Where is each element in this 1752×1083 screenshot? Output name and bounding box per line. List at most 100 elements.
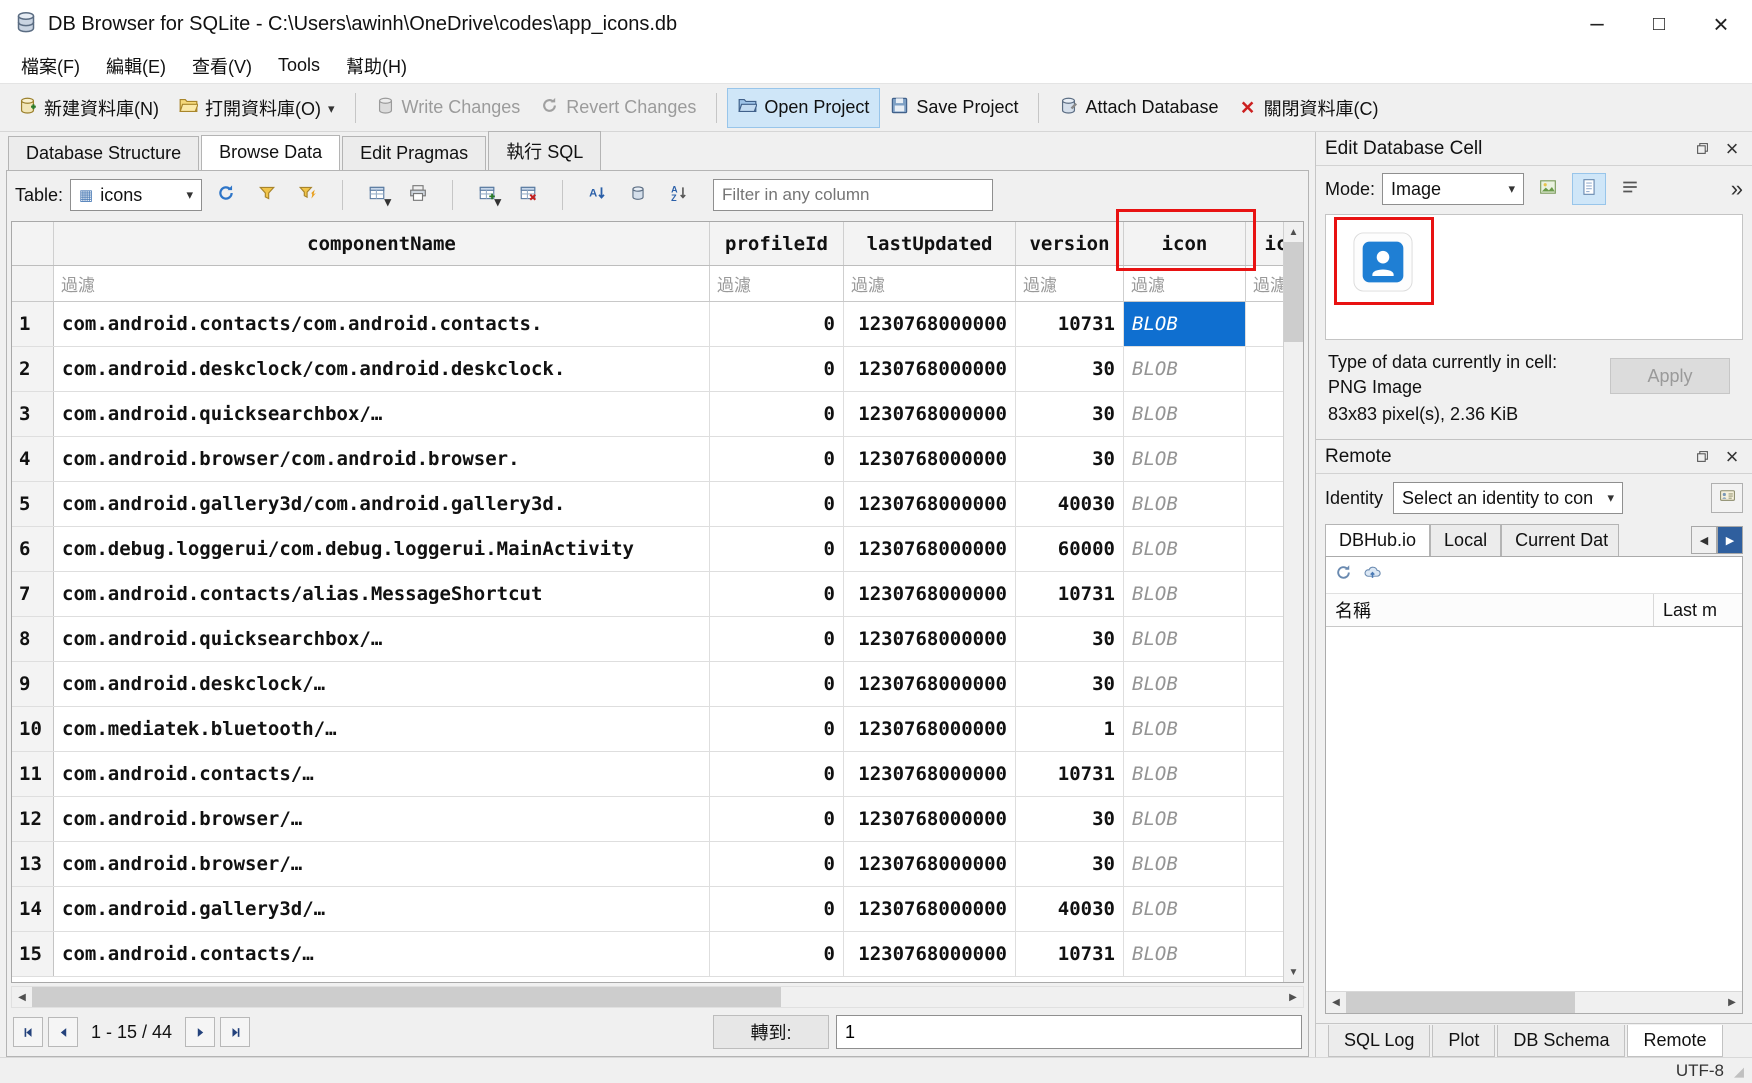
column-header-version[interactable]: version <box>1016 222 1124 265</box>
insert-record-button[interactable] <box>470 179 504 211</box>
icon-blob-cell[interactable]: BLOB <box>1124 662 1246 706</box>
version-cell[interactable]: 30 <box>1016 437 1124 481</box>
row-number-cell[interactable]: 14 <box>12 887 54 931</box>
version-cell[interactable]: 10731 <box>1016 572 1124 616</box>
lastupdated-cell[interactable]: 1230768000000 <box>844 527 1016 571</box>
new-record-dropdown-icon[interactable] <box>385 195 392 208</box>
filter-input-componentname[interactable]: 過濾 <box>54 266 710 301</box>
icon-blob-cell[interactable]: BLOB <box>1124 302 1246 346</box>
table-select[interactable]: ▦ icons <box>70 179 202 211</box>
scroll-down-icon[interactable] <box>1284 962 1303 982</box>
tab-edit-pragmas[interactable]: Edit Pragmas <box>342 136 486 170</box>
first-record-button[interactable] <box>13 1017 43 1047</box>
vertical-scrollbar[interactable] <box>1283 222 1303 982</box>
icon-blob-cell[interactable]: BLOB <box>1124 572 1246 616</box>
row-number-cell[interactable]: 8 <box>12 617 54 661</box>
sort-ascending-button[interactable]: A <box>580 179 614 211</box>
table-row[interactable]: 2 com.android.deskclock/com.android.desk… <box>12 347 1283 392</box>
clipped-cell[interactable] <box>1246 887 1283 931</box>
icon-blob-cell[interactable]: BLOB <box>1124 707 1246 751</box>
clipped-cell[interactable] <box>1246 392 1283 436</box>
dock-tab-db-schema[interactable]: DB Schema <box>1497 1025 1625 1057</box>
row-number-cell[interactable]: 3 <box>12 392 54 436</box>
filter-input-lastupdated[interactable]: 過濾 <box>844 266 1016 301</box>
clipped-cell[interactable] <box>1246 617 1283 661</box>
version-cell[interactable]: 30 <box>1016 347 1124 391</box>
version-cell[interactable]: 30 <box>1016 392 1124 436</box>
profileid-cell[interactable]: 0 <box>710 797 844 841</box>
table-row[interactable]: 11 com.android.contacts/… 0 123076800000… <box>12 752 1283 797</box>
lastupdated-cell[interactable]: 1230768000000 <box>844 572 1016 616</box>
profileid-cell[interactable]: 0 <box>710 842 844 886</box>
profileid-cell[interactable]: 0 <box>710 347 844 391</box>
profileid-cell[interactable]: 0 <box>710 527 844 571</box>
float-panel-icon[interactable] <box>1691 446 1713 468</box>
version-cell[interactable]: 30 <box>1016 797 1124 841</box>
float-panel-icon[interactable] <box>1691 138 1713 160</box>
tab-local[interactable]: Local <box>1430 524 1501 556</box>
tab-execute-sql[interactable]: 執行 SQL <box>488 131 601 170</box>
row-number-cell[interactable]: 2 <box>12 347 54 391</box>
grid-corner-cell[interactable] <box>12 222 54 265</box>
scroll-left-icon[interactable] <box>12 987 32 1007</box>
remote-file-list[interactable] <box>1326 627 1742 991</box>
icon-blob-cell[interactable]: BLOB <box>1124 347 1246 391</box>
menu-file[interactable]: 檔案(F) <box>8 49 93 83</box>
profileid-cell[interactable]: 0 <box>710 662 844 706</box>
insert-record-dropdown-icon[interactable] <box>495 195 502 208</box>
import-identity-button[interactable] <box>1711 483 1743 513</box>
version-cell[interactable]: 1 <box>1016 707 1124 751</box>
tab-current-database[interactable]: Current Dat <box>1501 524 1619 556</box>
table-row[interactable]: 7 com.android.contacts/alias.MessageShor… <box>12 572 1283 617</box>
table-row[interactable]: 6 com.debug.loggerui/com.debug.loggerui.… <box>12 527 1283 572</box>
goto-button[interactable]: 轉到: <box>713 1015 829 1049</box>
row-number-cell[interactable]: 11 <box>12 752 54 796</box>
componentname-cell[interactable]: com.android.deskclock/… <box>54 662 710 706</box>
profileid-cell[interactable]: 0 <box>710 932 844 976</box>
horizontal-scrollbar[interactable] <box>11 986 1304 1008</box>
row-number-cell[interactable]: 12 <box>12 797 54 841</box>
row-number-cell[interactable]: 15 <box>12 932 54 976</box>
profileid-cell[interactable]: 0 <box>710 302 844 346</box>
dock-tab-plot[interactable]: Plot <box>1432 1025 1495 1057</box>
icon-blob-cell[interactable]: BLOB <box>1124 392 1246 436</box>
clipped-cell[interactable] <box>1246 932 1283 976</box>
lastupdated-cell[interactable]: 1230768000000 <box>844 302 1016 346</box>
lastupdated-cell[interactable]: 1230768000000 <box>844 437 1016 481</box>
table-row[interactable]: 13 com.android.browser/… 0 1230768000000… <box>12 842 1283 887</box>
clipped-cell[interactable] <box>1246 707 1283 751</box>
sort-az-button[interactable]: AZ <box>662 179 696 211</box>
row-number-cell[interactable]: 5 <box>12 482 54 526</box>
new-database-button[interactable]: 新建資料庫(N) <box>8 88 169 128</box>
table-row[interactable]: 9 com.android.deskclock/… 0 123076800000… <box>12 662 1283 707</box>
profileid-cell[interactable]: 0 <box>710 887 844 931</box>
clipped-cell[interactable] <box>1246 662 1283 706</box>
version-cell[interactable]: 30 <box>1016 617 1124 661</box>
icon-blob-cell[interactable]: BLOB <box>1124 932 1246 976</box>
icon-blob-cell[interactable]: BLOB <box>1124 842 1246 886</box>
filter-input-icon[interactable]: 過濾 <box>1124 266 1246 301</box>
remote-horizontal-scrollbar[interactable] <box>1326 991 1742 1013</box>
open-database-dropdown-icon[interactable] <box>328 97 335 118</box>
goto-record-input[interactable] <box>836 1015 1302 1049</box>
revert-changes-button[interactable]: Revert Changes <box>530 89 706 127</box>
column-header-lastupdated[interactable]: lastUpdated <box>844 222 1016 265</box>
row-number-cell[interactable]: 4 <box>12 437 54 481</box>
clipped-cell[interactable] <box>1246 347 1283 391</box>
apply-button[interactable]: Apply <box>1610 358 1730 394</box>
clipped-cell[interactable] <box>1246 437 1283 481</box>
row-number-cell[interactable]: 10 <box>12 707 54 751</box>
table-row[interactable]: 3 com.android.quicksearchbox/… 0 1230768… <box>12 392 1283 437</box>
scroll-left-icon[interactable] <box>1326 992 1346 1013</box>
remote-upload-icon[interactable] <box>1364 564 1381 586</box>
lastupdated-cell[interactable]: 1230768000000 <box>844 482 1016 526</box>
close-button[interactable] <box>1690 0 1752 48</box>
next-record-button[interactable] <box>185 1017 215 1047</box>
text-view-button[interactable] <box>1572 173 1606 205</box>
dock-tab-sql-log[interactable]: SQL Log <box>1328 1025 1430 1057</box>
componentname-cell[interactable]: com.android.contacts/… <box>54 752 710 796</box>
dock-tab-remote[interactable]: Remote <box>1627 1025 1722 1057</box>
row-number-cell[interactable]: 6 <box>12 527 54 571</box>
horizontal-scroll-thumb[interactable] <box>32 987 781 1007</box>
clipped-cell[interactable] <box>1246 752 1283 796</box>
